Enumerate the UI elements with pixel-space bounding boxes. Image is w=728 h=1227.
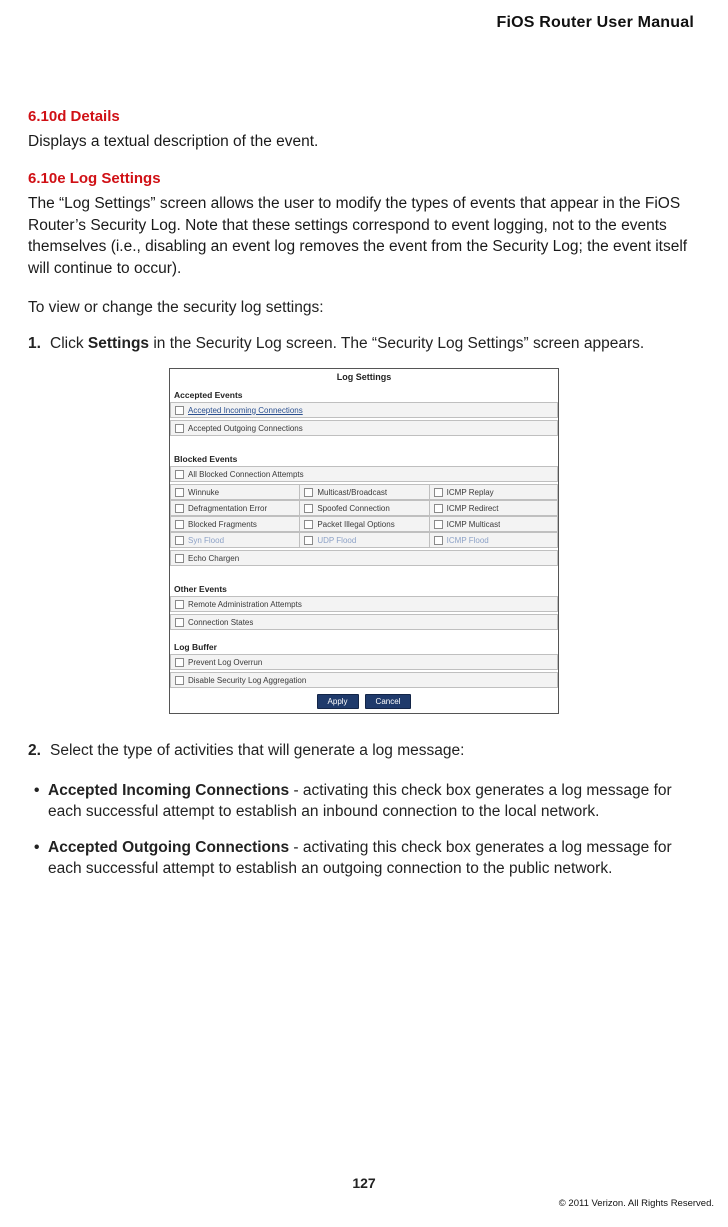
row-label: Accepted Incoming Connections: [188, 406, 303, 415]
log-buffer-header: Log Buffer: [170, 640, 558, 654]
page: FiOS Router User Manual 6.10d Details Di…: [0, 0, 728, 1227]
row-icmp-flood[interactable]: ICMP Flood: [429, 532, 558, 548]
bullet-dot: •: [34, 837, 48, 880]
step-1-number: 1.: [28, 333, 50, 355]
row-udp-flood[interactable]: UDP Flood: [299, 532, 428, 548]
row-label: Winnuke: [188, 488, 219, 497]
blocked-events-header: Blocked Events: [170, 452, 558, 466]
row-label: ICMP Flood: [447, 536, 489, 545]
checkbox-icon[interactable]: [434, 504, 443, 513]
row-all-blocked[interactable]: All Blocked Connection Attempts: [170, 466, 558, 482]
row-icmp-redirect[interactable]: ICMP Redirect: [429, 500, 558, 516]
checkbox-icon[interactable]: [175, 658, 184, 667]
row-label: Defragmentation Error: [188, 504, 267, 513]
row-label: Echo Chargen: [188, 554, 239, 563]
row-disable-aggregation[interactable]: Disable Security Log Aggregation: [170, 672, 558, 688]
screenshot-wrap: Log Settings Accepted Events Accepted In…: [28, 368, 700, 714]
checkbox-icon[interactable]: [175, 536, 184, 545]
checkbox-icon[interactable]: [175, 488, 184, 497]
para-6-10d: Displays a textual description of the ev…: [28, 131, 700, 152]
bullet-accepted-outgoing: • Accepted Outgoing Connections - activa…: [28, 837, 700, 880]
checkbox-icon[interactable]: [175, 470, 184, 479]
accepted-events-header: Accepted Events: [170, 388, 558, 402]
bullet-bold: Accepted Incoming Connections: [48, 782, 289, 799]
checkbox-icon[interactable]: [175, 600, 184, 609]
row-defrag[interactable]: Defragmentation Error: [170, 500, 299, 516]
row-label: Blocked Fragments: [188, 520, 257, 529]
bullet-text: Accepted Incoming Connections - activati…: [48, 780, 700, 823]
heading-6-10d: 6.10d Details: [28, 108, 700, 125]
row-packet-illegal[interactable]: Packet Illegal Options: [299, 516, 428, 532]
checkbox-icon[interactable]: [304, 520, 313, 529]
checkbox-icon[interactable]: [175, 676, 184, 685]
log-settings-screenshot: Log Settings Accepted Events Accepted In…: [169, 368, 559, 714]
body-area: 6.10d Details Displays a textual descrip…: [28, 108, 700, 879]
row-accepted-outgoing[interactable]: Accepted Outgoing Connections: [170, 420, 558, 436]
checkbox-icon[interactable]: [304, 504, 313, 513]
row-label: ICMP Replay: [447, 488, 494, 497]
row-label: Spoofed Connection: [317, 504, 390, 513]
checkbox-icon[interactable]: [175, 618, 184, 627]
other-events-header: Other Events: [170, 582, 558, 596]
row-remote-admin[interactable]: Remote Administration Attempts: [170, 596, 558, 612]
checkbox-icon[interactable]: [434, 520, 443, 529]
document-title: FiOS Router User Manual: [496, 14, 694, 32]
step-1-post: in the Security Log screen. The “Securit…: [149, 335, 644, 352]
row-label: Packet Illegal Options: [317, 520, 394, 529]
bullet-bold: Accepted Outgoing Connections: [48, 839, 289, 856]
row-accepted-incoming[interactable]: Accepted Incoming Connections: [170, 402, 558, 418]
row-label: Multicast/Broadcast: [317, 488, 387, 497]
row-prevent-overrun[interactable]: Prevent Log Overrun: [170, 654, 558, 670]
apply-button[interactable]: Apply: [317, 694, 359, 709]
para-6-10e-intro: The “Log Settings” screen allows the use…: [28, 193, 700, 279]
checkbox-icon[interactable]: [434, 488, 443, 497]
page-number: 127: [0, 1175, 728, 1191]
step-1-text: Click Settings in the Security Log scree…: [50, 333, 700, 355]
row-connection-states[interactable]: Connection States: [170, 614, 558, 630]
step-2-number: 2.: [28, 740, 50, 762]
bullet-accepted-incoming: • Accepted Incoming Connections - activa…: [28, 780, 700, 823]
row-multicast[interactable]: Multicast/Broadcast: [299, 484, 428, 500]
step-1: 1. Click Settings in the Security Log sc…: [28, 333, 700, 355]
step-1-bold: Settings: [88, 335, 149, 352]
row-syn-flood[interactable]: Syn Flood: [170, 532, 299, 548]
instruction-line: To view or change the security log setti…: [28, 297, 700, 319]
row-label: Remote Administration Attempts: [188, 600, 302, 609]
row-label: Disable Security Log Aggregation: [188, 676, 306, 685]
row-label: Syn Flood: [188, 536, 224, 545]
checkbox-icon[interactable]: [304, 536, 313, 545]
button-row: Apply Cancel: [170, 690, 558, 709]
row-spoofed[interactable]: Spoofed Connection: [299, 500, 428, 516]
step-2-text: Select the type of activities that will …: [50, 740, 700, 762]
checkbox-icon[interactable]: [175, 406, 184, 415]
cancel-button[interactable]: Cancel: [365, 694, 412, 709]
heading-6-10e: 6.10e Log Settings: [28, 170, 700, 187]
checkbox-icon[interactable]: [434, 536, 443, 545]
row-label: ICMP Redirect: [447, 504, 499, 513]
row-label: ICMP Multicast: [447, 520, 501, 529]
bullet-text: Accepted Outgoing Connections - activati…: [48, 837, 700, 880]
row-label: Prevent Log Overrun: [188, 658, 262, 667]
row-icmp-replay[interactable]: ICMP Replay: [429, 484, 558, 500]
checkbox-icon[interactable]: [175, 504, 184, 513]
checkbox-icon[interactable]: [175, 520, 184, 529]
row-label: UDP Flood: [317, 536, 356, 545]
copyright: © 2011 Verizon. All Rights Reserved.: [559, 1198, 714, 1209]
row-echo-chargen[interactable]: Echo Chargen: [170, 550, 558, 566]
step-2: 2. Select the type of activities that wi…: [28, 740, 700, 762]
bullet-dot: •: [34, 780, 48, 823]
blocked-grid: Winnuke Multicast/Broadcast ICMP Replay …: [170, 484, 558, 548]
checkbox-icon[interactable]: [175, 554, 184, 563]
shot-title: Log Settings: [170, 369, 558, 388]
step-1-pre: Click: [50, 335, 88, 352]
row-winnuke[interactable]: Winnuke: [170, 484, 299, 500]
checkbox-icon[interactable]: [304, 488, 313, 497]
checkbox-icon[interactable]: [175, 424, 184, 433]
row-blocked-frag[interactable]: Blocked Fragments: [170, 516, 299, 532]
row-label: Accepted Outgoing Connections: [188, 424, 303, 433]
row-label: All Blocked Connection Attempts: [188, 470, 304, 479]
row-label: Connection States: [188, 618, 253, 627]
row-icmp-multicast[interactable]: ICMP Multicast: [429, 516, 558, 532]
